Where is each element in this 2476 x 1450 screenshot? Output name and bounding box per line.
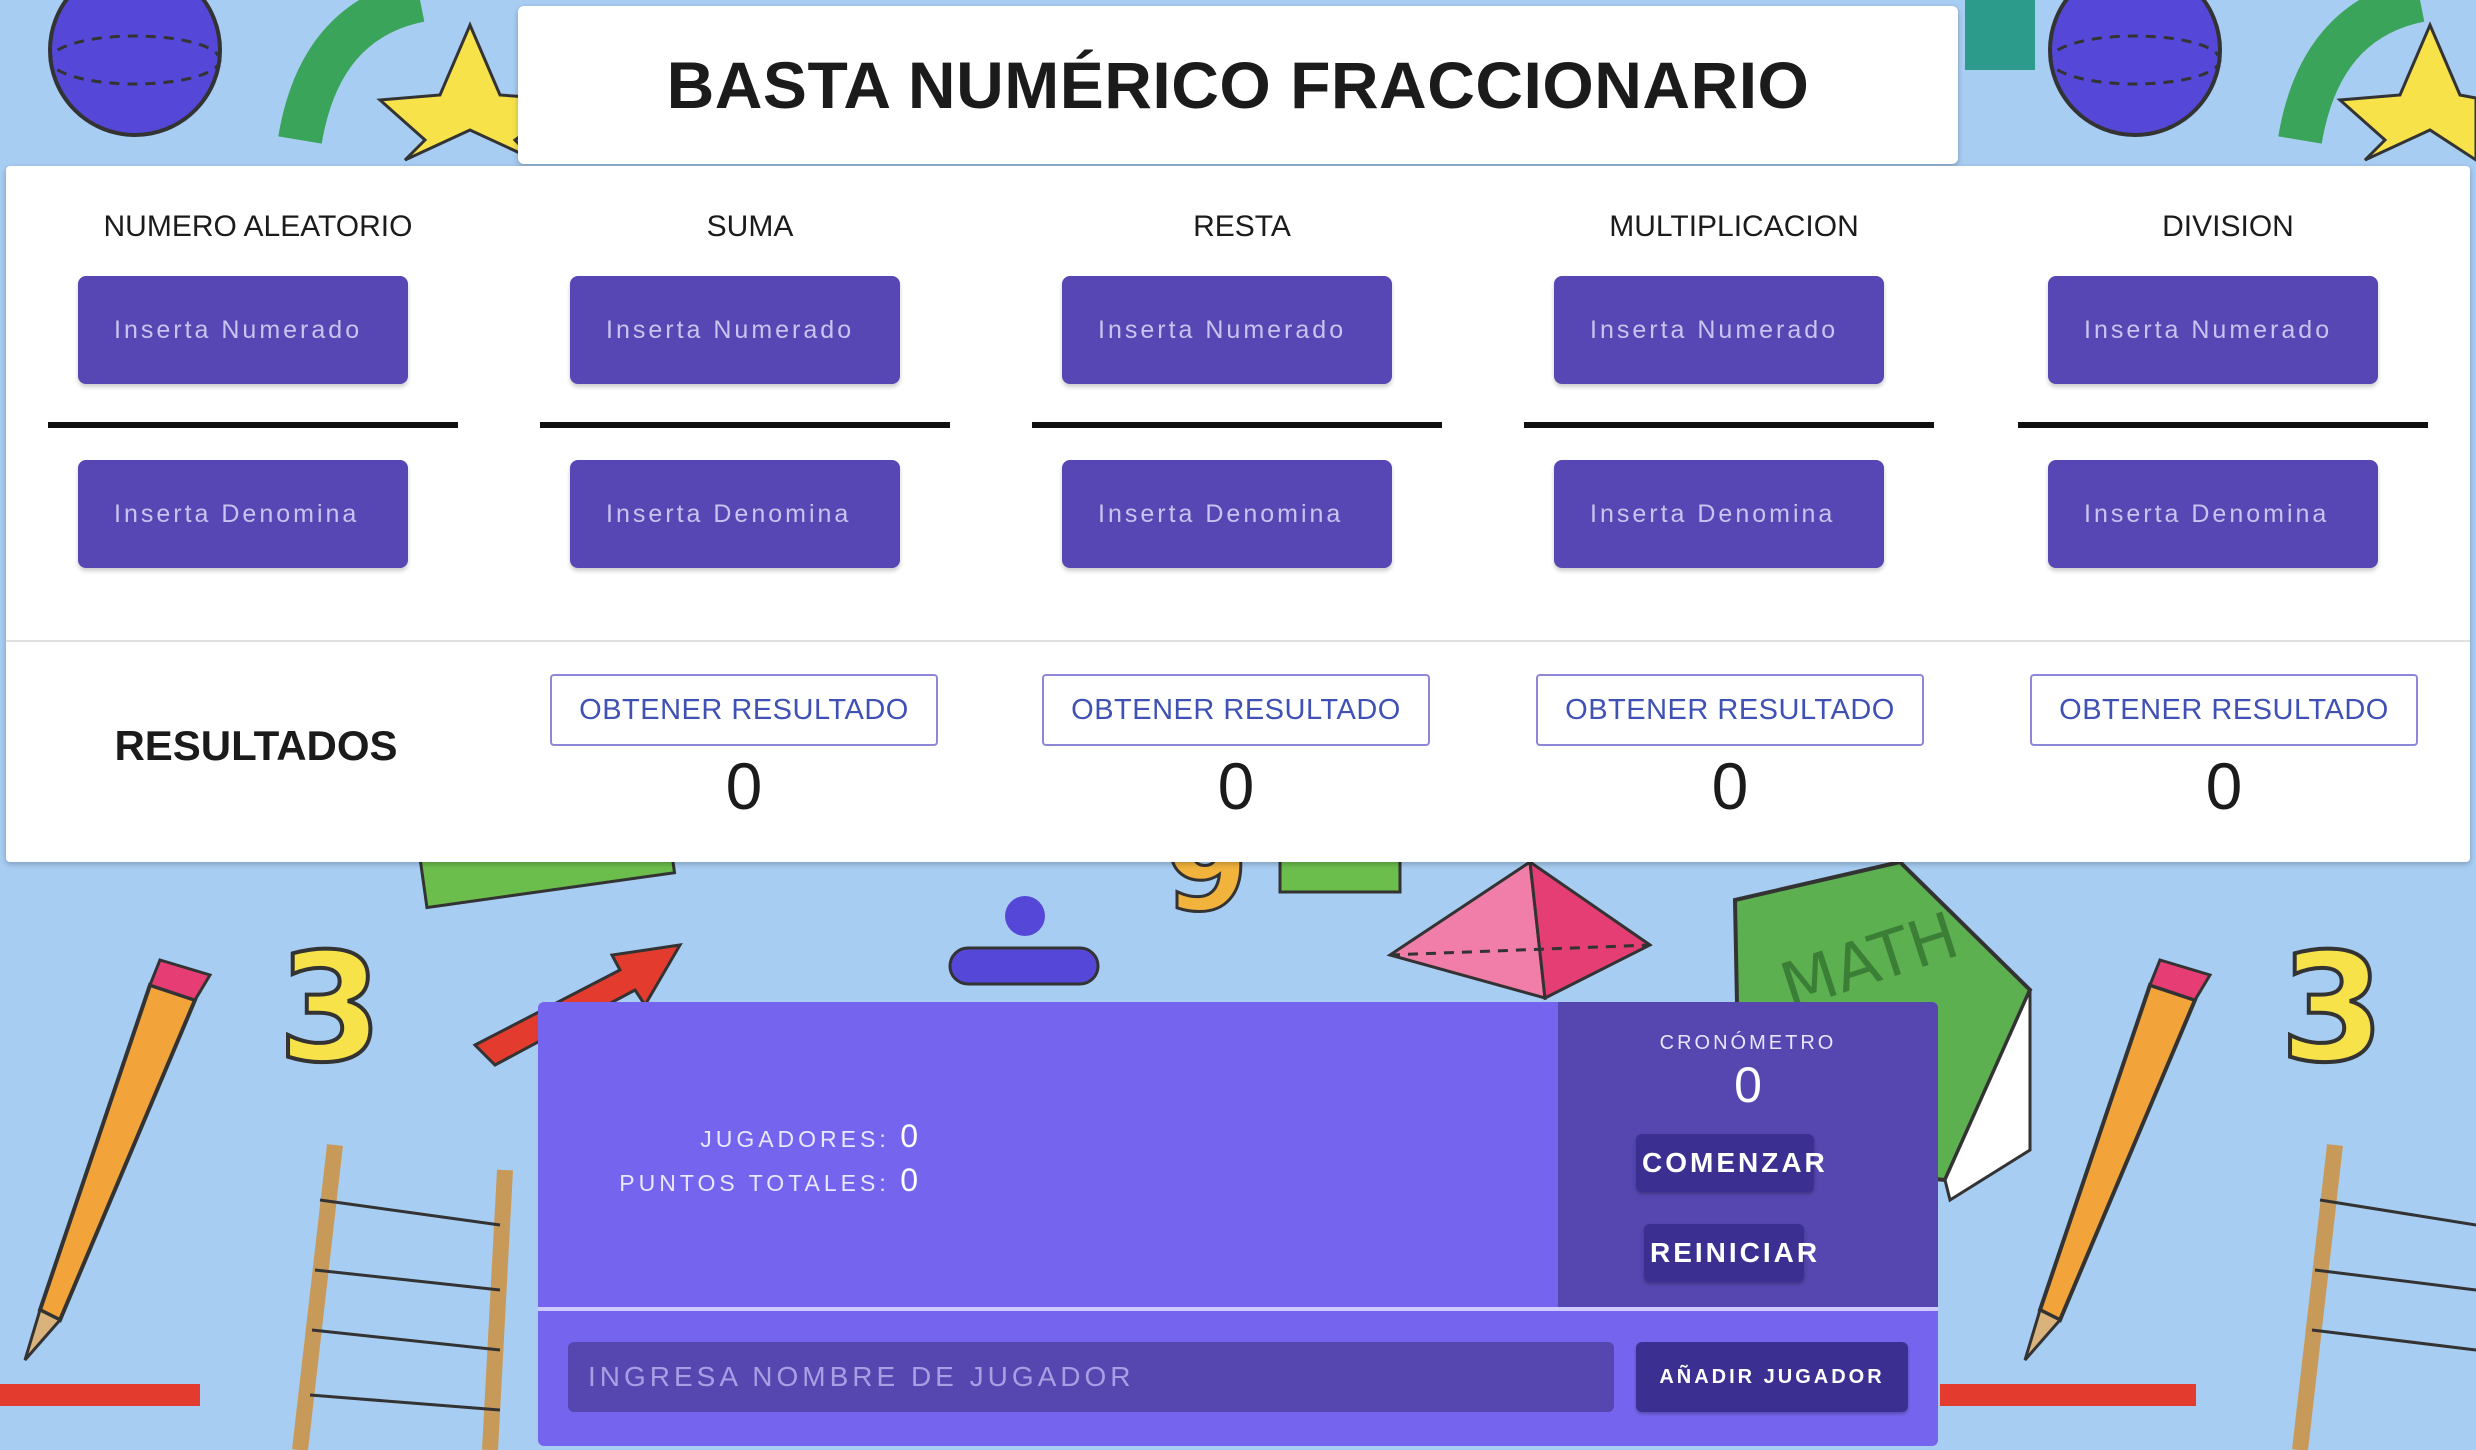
ruler-icon (1278, 856, 1402, 894)
points-row: PUNTOS TOTALES: 0 (538, 1158, 918, 1202)
timer-label: CRONÓMETRO (1659, 1032, 1837, 1054)
timer-value: 0 (1734, 1057, 1762, 1113)
get-result-button-multiplication[interactable]: OBTENER RESULTADO (1536, 674, 1924, 746)
column-header-random: NUMERO ALEATORIO (103, 210, 413, 243)
fraction-bar (2018, 422, 2428, 428)
player-stats: JUGADORES: 0 PUNTOS TOTALES: 0 (538, 1114, 918, 1202)
player-name-input[interactable] (568, 1342, 1614, 1412)
players-label: JUGADORES: (700, 1126, 890, 1152)
numerator-input-subtraction[interactable] (1062, 276, 1392, 384)
panel-divider (538, 1307, 1938, 1311)
number-3-icon: 3 (2280, 922, 2384, 1096)
section-divider (6, 640, 2470, 642)
fraction-bar (48, 422, 458, 428)
fraction-bar (1524, 422, 1934, 428)
get-result-button-division[interactable]: OBTENER RESULTADO (2030, 674, 2418, 746)
players-row: JUGADORES: 0 (538, 1114, 918, 1158)
result-value-multiplication: 0 (1711, 749, 1749, 823)
column-header-multiplication: MULTIPLICACION (1609, 210, 1859, 243)
get-result-button-subtraction[interactable]: OBTENER RESULTADO (1042, 674, 1430, 746)
denominator-input-sum[interactable] (570, 460, 900, 568)
column-header-subtraction: RESTA (1193, 210, 1291, 243)
title-card: BASTA NUMÉRICO FRACCIONARIO (518, 6, 1958, 164)
fraction-bar (540, 422, 950, 428)
get-result-button-sum[interactable]: OBTENER RESULTADO (550, 674, 938, 746)
results-label: RESULTADOS (114, 722, 398, 769)
start-button[interactable]: COMENZAR (1636, 1134, 1825, 1192)
denominator-input-division[interactable] (2048, 460, 2378, 568)
result-value-division: 0 (2205, 749, 2243, 823)
numerator-input-multiplication[interactable] (1554, 276, 1884, 384)
number-3-icon: 3 (278, 922, 382, 1096)
players-count: 0 (900, 1118, 918, 1154)
reset-button[interactable]: REINICIAR (1644, 1224, 1817, 1282)
shape-decoration (0, 1384, 200, 1406)
fraction-bar (1032, 422, 1442, 428)
shape-decoration (1940, 1384, 2196, 1406)
operations-card: NUMERO ALEATORIO SUMA RESTA MULTIPLICACI… (6, 166, 2470, 862)
denominator-input-multiplication[interactable] (1554, 460, 1884, 568)
add-player-button[interactable]: AÑADIR JUGADOR (1636, 1342, 1908, 1412)
game-panel: JUGADORES: 0 PUNTOS TOTALES: 0 CRONÓMETR… (538, 1002, 1938, 1446)
shape-decoration (1965, 0, 2035, 70)
numerator-input-sum[interactable] (570, 276, 900, 384)
result-value-sum: 0 (725, 749, 763, 823)
numerator-input-random[interactable] (78, 276, 408, 384)
page-title: BASTA NUMÉRICO FRACCIONARIO (666, 48, 1810, 122)
points-label: PUNTOS TOTALES: (619, 1170, 890, 1196)
column-header-sum: SUMA (706, 210, 794, 243)
denominator-input-subtraction[interactable] (1062, 460, 1392, 568)
column-header-division: DIVISION (2162, 210, 2294, 243)
denominator-input-random[interactable] (78, 460, 408, 568)
result-value-subtraction: 0 (1217, 749, 1255, 823)
timer-box: CRONÓMETRO 0 COMENZAR REINICIAR (1558, 1002, 1938, 1307)
numerator-input-division[interactable] (2048, 276, 2378, 384)
points-total: 0 (900, 1162, 918, 1198)
